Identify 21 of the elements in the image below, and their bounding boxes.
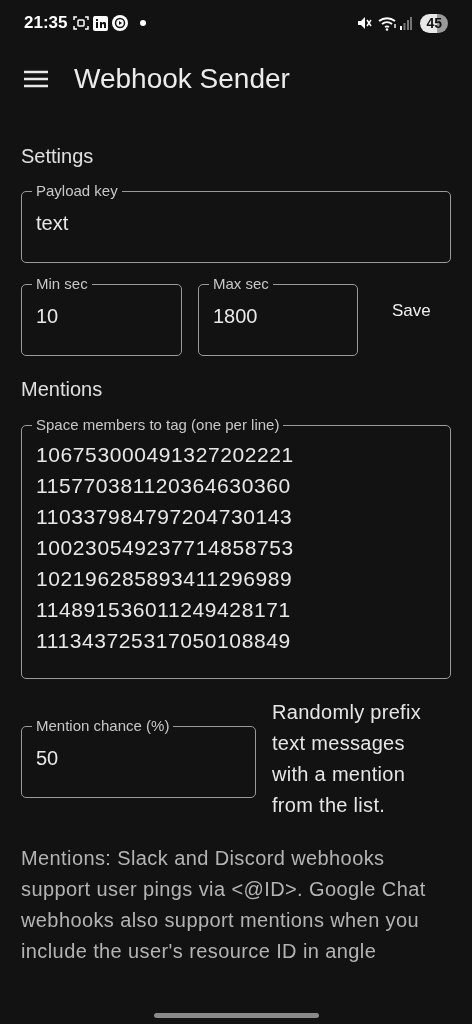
mention-chance-field[interactable]: Mention chance (%) 50 — [21, 718, 256, 798]
status-time: 21:35 — [24, 12, 68, 35]
app-square-icon — [93, 15, 109, 31]
section-heading: Settings — [21, 144, 95, 169]
battery-indicator: 45 — [420, 13, 448, 33]
members-text-area[interactable]: Space members to tag (one per line) 106753000491327202221 115770381120364630360 110337984797204730143 100230549237714858753 102196285893411296989 114891536011249428171 111343725317050108849 — [21, 417, 451, 679]
min-sec-field[interactable]: Min sec 10 — [21, 276, 182, 356]
payload-key-field[interactable]: Payload key text — [21, 183, 451, 263]
mention-chance-hint: Randomly prefix text messages with a mention from the list. — [272, 700, 422, 818]
screen-record-icon — [73, 15, 90, 31]
mute-icon — [357, 16, 373, 30]
signal-icon — [400, 16, 413, 30]
wifi-icon — [378, 15, 399, 31]
app-title: Webhook Sender — [74, 62, 290, 96]
save-button[interactable]: Save — [378, 290, 445, 332]
menu-icon[interactable] — [24, 70, 48, 88]
mentions-note: Mentions: Slack and Discord webhooks support user pings via <@ID>. Google Chat webhooks also support mentions when you include the user's resource ID in angle — [21, 846, 427, 964]
max-sec-field[interactable]: Max sec 1800 — [198, 276, 358, 356]
notification-dot-icon — [140, 20, 147, 26]
section-heading: Mentions — [21, 377, 104, 402]
circle-icon — [112, 15, 129, 31]
